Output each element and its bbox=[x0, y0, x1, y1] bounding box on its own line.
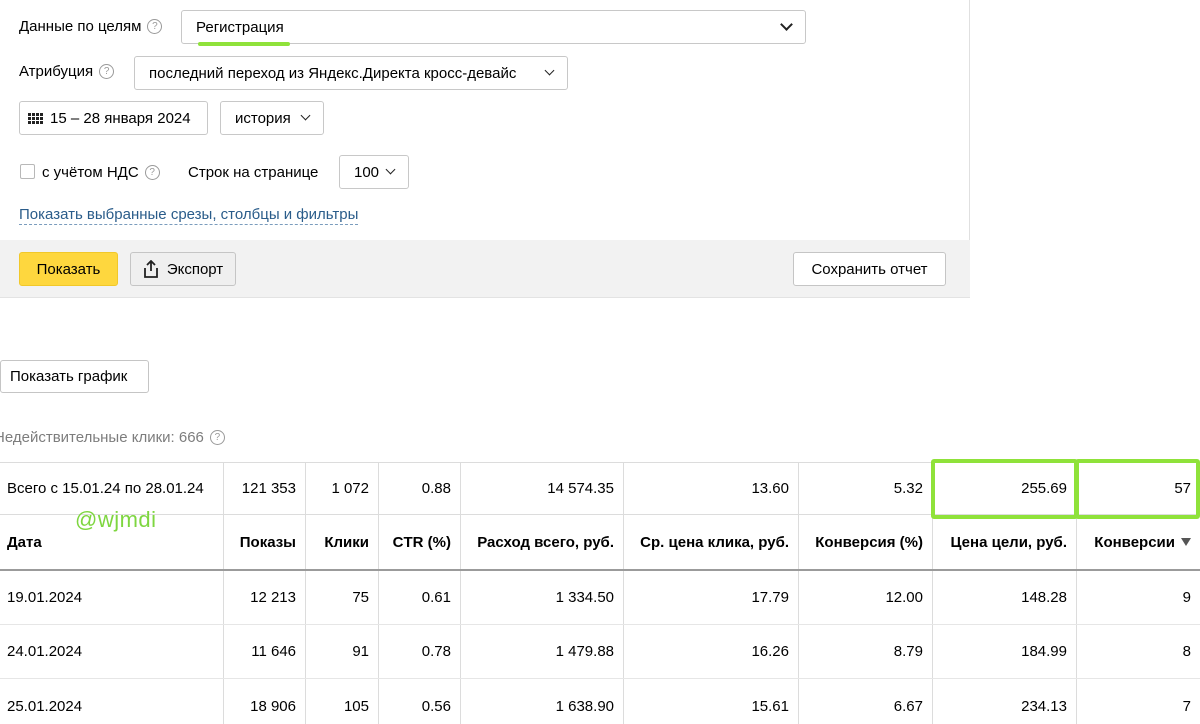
attribution-label: Атрибуция bbox=[19, 63, 94, 80]
goal-select-value: Регистрация bbox=[196, 18, 284, 36]
rows-per-page-text: Строк на странице bbox=[188, 164, 319, 181]
sort-descending-icon bbox=[1181, 538, 1191, 546]
table-cell: 19.01.2024 bbox=[0, 571, 224, 624]
table-cell: 0.61 bbox=[379, 571, 461, 624]
table-cell: 17.79 bbox=[624, 571, 799, 624]
chevron-down-icon bbox=[544, 65, 555, 76]
table-cell: 15.61 bbox=[624, 679, 799, 724]
table-cell: 8.79 bbox=[799, 625, 933, 678]
table-cell: 25.01.2024 bbox=[0, 679, 224, 724]
table-cell: 1 334.50 bbox=[461, 571, 624, 624]
table-cell: 105 bbox=[306, 679, 379, 724]
column-header-ctr[interactable]: CTR (%) bbox=[379, 515, 461, 569]
column-header-conversion-rate[interactable]: Конверсия (%) bbox=[799, 515, 933, 569]
table-cell: 7 bbox=[1182, 697, 1191, 715]
table-row: 24.01.2024 11 646 91 0.78 1 479.88 16.26… bbox=[0, 625, 1200, 679]
export-button[interactable]: Экспорт bbox=[130, 252, 236, 286]
calendar-icon bbox=[28, 112, 43, 124]
help-icon[interactable]: ? bbox=[99, 64, 115, 79]
column-header-conversions-label: Конверсии bbox=[1094, 533, 1175, 551]
goal-row-label: Данные по целям ? bbox=[19, 18, 163, 35]
goal-select[interactable]: Регистрация bbox=[181, 10, 806, 44]
column-header-avg-cpc[interactable]: Ср. цена клика, руб. bbox=[624, 515, 799, 569]
save-report-label: Сохранить отчет bbox=[811, 260, 928, 278]
chevron-down-icon bbox=[780, 18, 793, 31]
export-button-label: Экспорт bbox=[166, 260, 224, 278]
table-cell: 12 213 bbox=[224, 571, 306, 624]
table-cell: 11 646 bbox=[224, 625, 306, 678]
table-cell: 234.13 bbox=[933, 679, 1077, 724]
column-header-goal-cost[interactable]: Цена цели, руб. bbox=[933, 515, 1077, 569]
table-cell: 184.99 bbox=[933, 625, 1077, 678]
table-cell: 75 bbox=[306, 571, 379, 624]
help-icon[interactable]: ? bbox=[209, 430, 225, 445]
show-chart-button[interactable]: Показать график bbox=[0, 360, 149, 393]
attribution-select-value: последний переход из Яндекс.Директа крос… bbox=[149, 64, 517, 82]
table-cell: 0.56 bbox=[379, 679, 461, 724]
total-cell: 13.60 bbox=[624, 463, 799, 514]
table-cell: 148.28 bbox=[933, 571, 1077, 624]
total-cell: 1 072 bbox=[306, 463, 379, 514]
total-cell: 0.88 bbox=[379, 463, 461, 514]
column-header-conversions[interactable]: Конверсии bbox=[1077, 515, 1200, 569]
total-cell: 57 bbox=[1174, 480, 1191, 497]
column-header-cost[interactable]: Расход всего, руб. bbox=[461, 515, 624, 569]
table-cell: 18 906 bbox=[224, 679, 306, 724]
show-button-label: Показать bbox=[36, 260, 101, 278]
table-cell: 8 bbox=[1182, 643, 1191, 660]
column-header-clicks[interactable]: Клики bbox=[306, 515, 379, 569]
date-range-value: 15 – 28 января 2024 bbox=[50, 109, 191, 127]
show-filters-link[interactable]: Показать выбранные срезы, столбцы и филь… bbox=[19, 206, 359, 225]
column-header-impressions[interactable]: Показы bbox=[224, 515, 306, 569]
table-cell: 91 bbox=[306, 625, 379, 678]
table-cell: 1 479.88 bbox=[461, 625, 624, 678]
table-cell: 9 bbox=[1182, 589, 1191, 606]
table-cell: 12.00 bbox=[799, 571, 933, 624]
total-cell: 5.32 bbox=[799, 463, 933, 514]
goal-highlight-underline bbox=[198, 42, 290, 46]
vat-checkbox[interactable] bbox=[20, 164, 35, 179]
invalid-clicks-text: Недействительные клики: 666 bbox=[0, 429, 204, 446]
table-cell: 0.78 bbox=[379, 625, 461, 678]
rows-per-page-label: Строк на странице bbox=[188, 164, 318, 181]
table-row: 25.01.2024 18 906 105 0.56 1 638.90 15.6… bbox=[0, 679, 1200, 724]
rows-per-page-value: 100 bbox=[354, 163, 380, 181]
goal-label: Данные по целям bbox=[19, 18, 142, 35]
settings-action-bar: Показать Экспорт Сохранить отчет bbox=[0, 240, 970, 298]
help-icon[interactable]: ? bbox=[147, 19, 163, 34]
date-range-picker[interactable]: 15 – 28 января 2024 bbox=[19, 101, 208, 135]
table-cell: 6.67 bbox=[799, 679, 933, 724]
attribution-select[interactable]: последний переход из Яндекс.Директа крос… bbox=[134, 56, 568, 90]
total-cell: 14 574.35 bbox=[461, 463, 624, 514]
period-mode-select[interactable]: история bbox=[220, 101, 324, 135]
table-row: 19.01.2024 12 213 75 0.61 1 334.50 17.79… bbox=[0, 571, 1200, 625]
total-cell: 121 353 bbox=[224, 463, 306, 514]
table-header-row: Дата Показы Клики CTR (%) Расход всего, … bbox=[0, 515, 1200, 571]
chevron-down-icon bbox=[385, 164, 396, 175]
total-cell: 255.69 bbox=[933, 463, 1077, 514]
vat-row-label: с учётом НДС ? bbox=[42, 164, 160, 181]
table-cell: 1 638.90 bbox=[461, 679, 624, 724]
invalid-clicks-info: Недействительные клики: 666 ? bbox=[0, 429, 225, 446]
rows-per-page-select[interactable]: 100 bbox=[339, 155, 409, 189]
show-chart-label: Показать график bbox=[10, 368, 128, 385]
show-button[interactable]: Показать bbox=[19, 252, 118, 286]
chevron-down-icon bbox=[300, 110, 311, 121]
export-icon bbox=[143, 260, 158, 278]
table-total-row: Всего с 15.01.24 по 28.01.24 121 353 1 0… bbox=[0, 462, 1200, 515]
period-mode-value: история bbox=[235, 109, 291, 127]
table-cell: 24.01.2024 bbox=[0, 625, 224, 678]
save-report-button[interactable]: Сохранить отчет bbox=[793, 252, 946, 286]
attribution-row-label: Атрибуция ? bbox=[19, 63, 115, 80]
vat-label[interactable]: с учётом НДС bbox=[42, 164, 139, 181]
help-icon[interactable]: ? bbox=[144, 165, 160, 180]
table-cell: 16.26 bbox=[624, 625, 799, 678]
watermark-text: @wjmdi bbox=[75, 507, 157, 532]
